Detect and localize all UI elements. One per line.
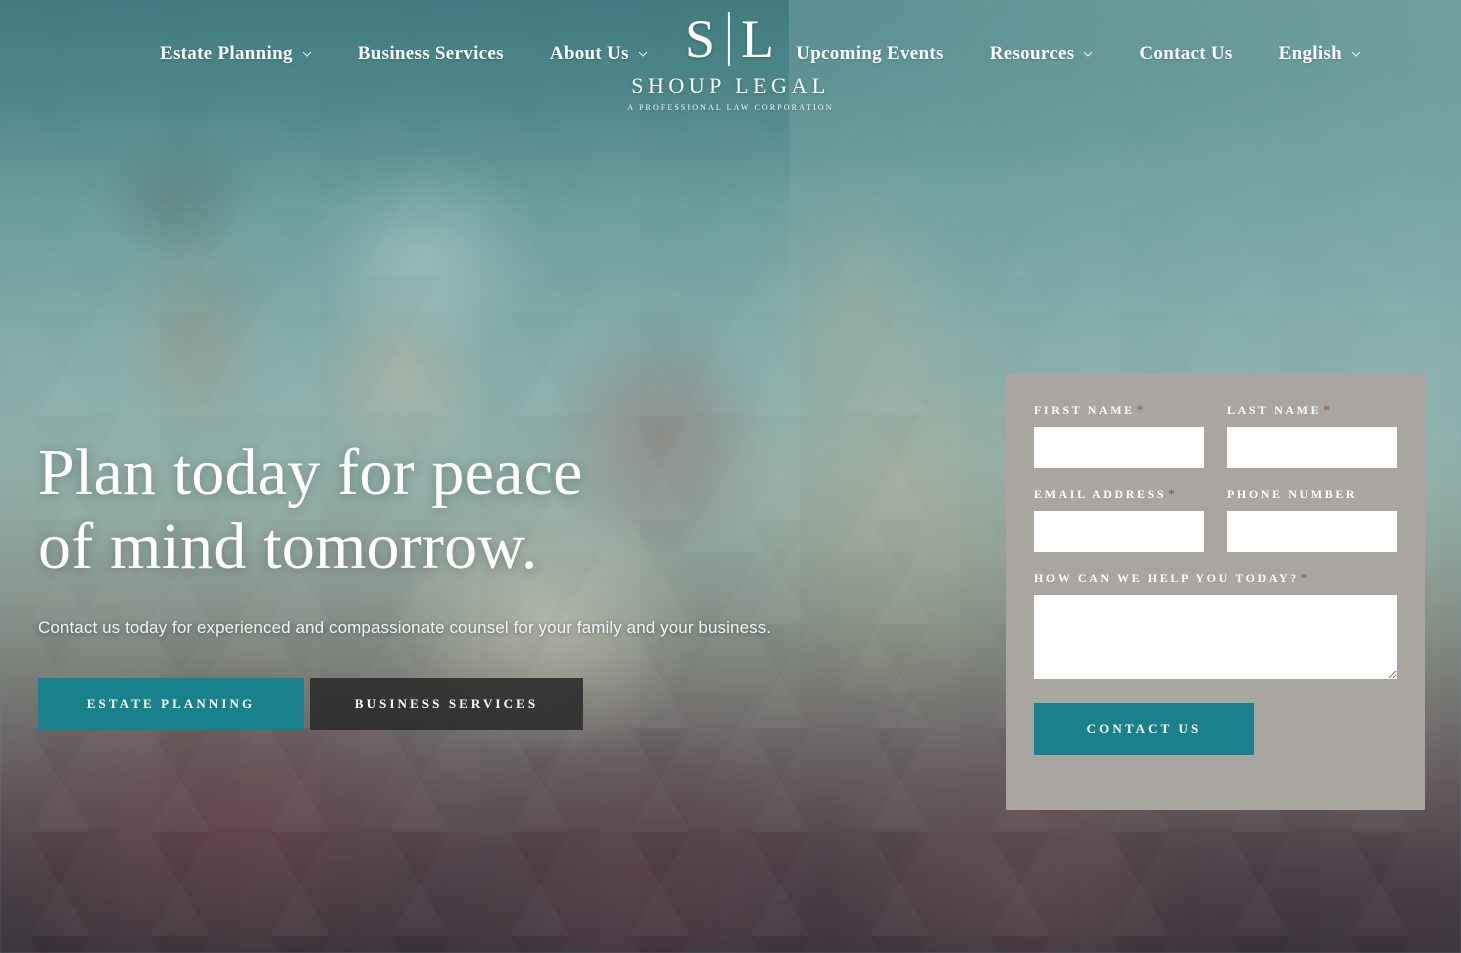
nav-label: Resources [989, 43, 1075, 64]
last-name-input[interactable] [1227, 427, 1397, 468]
label-text: LAST NAME [1227, 403, 1322, 417]
nav-item-contact-us[interactable]: Contact Us [1139, 43, 1232, 65]
last-name-label: LAST NAME * [1227, 402, 1397, 418]
chevron-down-icon [1351, 51, 1361, 57]
site-logo[interactable]: S L SHOUP LEGAL A PROFESSIONAL LAW CORPO… [627, 12, 833, 112]
first-name-input[interactable] [1034, 427, 1204, 468]
required-marker: * [1323, 402, 1333, 417]
hero-copy: Plan today for peace of mind tomorrow. C… [38, 436, 772, 730]
email-group: EMAIL ADDRESS * [1034, 486, 1204, 552]
hero-section: Estate Planning Business Services About … [0, 0, 1461, 953]
contact-form-panel: FIRST NAME* LAST NAME* EMAIL ADDRESS* [1006, 374, 1425, 810]
nav-label: Business Services [357, 43, 504, 64]
email-field[interactable] [1034, 511, 1204, 552]
nav-label: About Us [549, 43, 629, 64]
phone-group: PHONE NUMBER [1227, 486, 1397, 552]
nav-item-business-services[interactable]: Business Services [358, 43, 504, 65]
nav-item-resources[interactable]: Resources [990, 43, 1094, 65]
nav-group-left: Estate Planning Business Services About … [160, 0, 648, 65]
contact-us-submit-button[interactable]: CONTACT US [1034, 703, 1254, 755]
nav-label: Contact Us [1139, 43, 1233, 64]
phone-label: PHONE NUMBER [1227, 486, 1397, 502]
required-marker: * [1300, 570, 1310, 585]
nav-item-estate-planning[interactable]: Estate Planning [160, 43, 312, 65]
logo-monogram: S L [627, 12, 833, 66]
form-row-contact: EMAIL ADDRESS * PHONE NUMBER [1034, 486, 1397, 552]
message-textarea[interactable] [1034, 595, 1397, 679]
logo-tagline: A PROFESSIONAL LAW CORPORATION [627, 103, 834, 112]
email-label: EMAIL ADDRESS * [1034, 486, 1204, 502]
estate-planning-button[interactable]: ESTATE PLANNING [38, 677, 304, 730]
phone-field[interactable] [1227, 511, 1397, 552]
nav-label: English [1278, 43, 1342, 64]
chevron-down-icon [302, 51, 312, 57]
message-group: HOW CAN WE HELP YOU TODAY? * [1034, 570, 1397, 679]
hero-cta-row: ESTATE PLANNING BUSINESS SERVICES [38, 677, 678, 730]
nav-label: Estate Planning [160, 43, 293, 64]
headline-line-1: Plan today for peace [38, 436, 583, 509]
nav-group-right: Upcoming Events Resources Contact Us Eng… [796, 0, 1361, 65]
nav-item-language-selector[interactable]: English [1279, 43, 1361, 65]
label-text: EMAIL ADDRESS [1034, 487, 1167, 501]
logo-wordmark: SHOUP LEGAL [631, 73, 830, 98]
headline-line-2: of mind tomorrow. [38, 509, 538, 583]
last-name-group: LAST NAME * [1227, 402, 1397, 468]
logo-monogram-l: L [741, 9, 777, 69]
label-text: HOW CAN WE HELP YOU TODAY? [1034, 571, 1299, 585]
hero-subheadline: Contact us today for experienced and com… [38, 617, 772, 637]
logo-monogram-s: S [684, 9, 718, 69]
form-row-name: FIRST NAME * LAST NAME * [1034, 402, 1397, 468]
message-label: HOW CAN WE HELP YOU TODAY? * [1034, 570, 1397, 586]
first-name-group: FIRST NAME * [1034, 402, 1204, 468]
business-services-button[interactable]: BUSINESS SERVICES [310, 677, 583, 730]
required-marker: * [1136, 402, 1146, 417]
chevron-down-icon [1083, 51, 1093, 57]
page-title: Plan today for peace of mind tomorrow. [38, 436, 678, 584]
first-name-label: FIRST NAME * [1034, 402, 1204, 418]
required-marker: * [1168, 486, 1178, 501]
label-text: PHONE NUMBER [1227, 487, 1358, 501]
label-text: FIRST NAME [1034, 403, 1135, 417]
logo-divider [728, 12, 731, 66]
